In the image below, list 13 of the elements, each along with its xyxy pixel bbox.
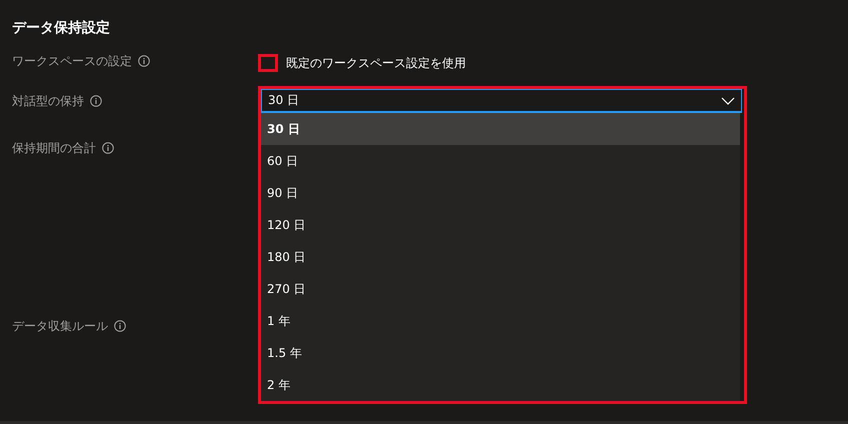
field-label: ワークスペースの設定: [12, 53, 132, 70]
chevron-down-icon: [721, 96, 735, 104]
field-label: データ収集ルール: [12, 318, 108, 335]
info-icon[interactable]: [138, 55, 150, 67]
checkbox-label: 既定のワークスペース設定を使用: [286, 54, 466, 72]
field-label: 保持期間の合計: [12, 140, 96, 157]
info-icon[interactable]: [114, 320, 126, 332]
info-icon[interactable]: [90, 95, 102, 107]
checkbox[interactable]: [258, 54, 278, 72]
field-label: 対話型の保持: [12, 93, 84, 110]
dropdown-option[interactable]: 30 日: [261, 113, 740, 145]
section-title: データ保持設定: [12, 19, 111, 38]
info-icon[interactable]: [102, 142, 114, 154]
